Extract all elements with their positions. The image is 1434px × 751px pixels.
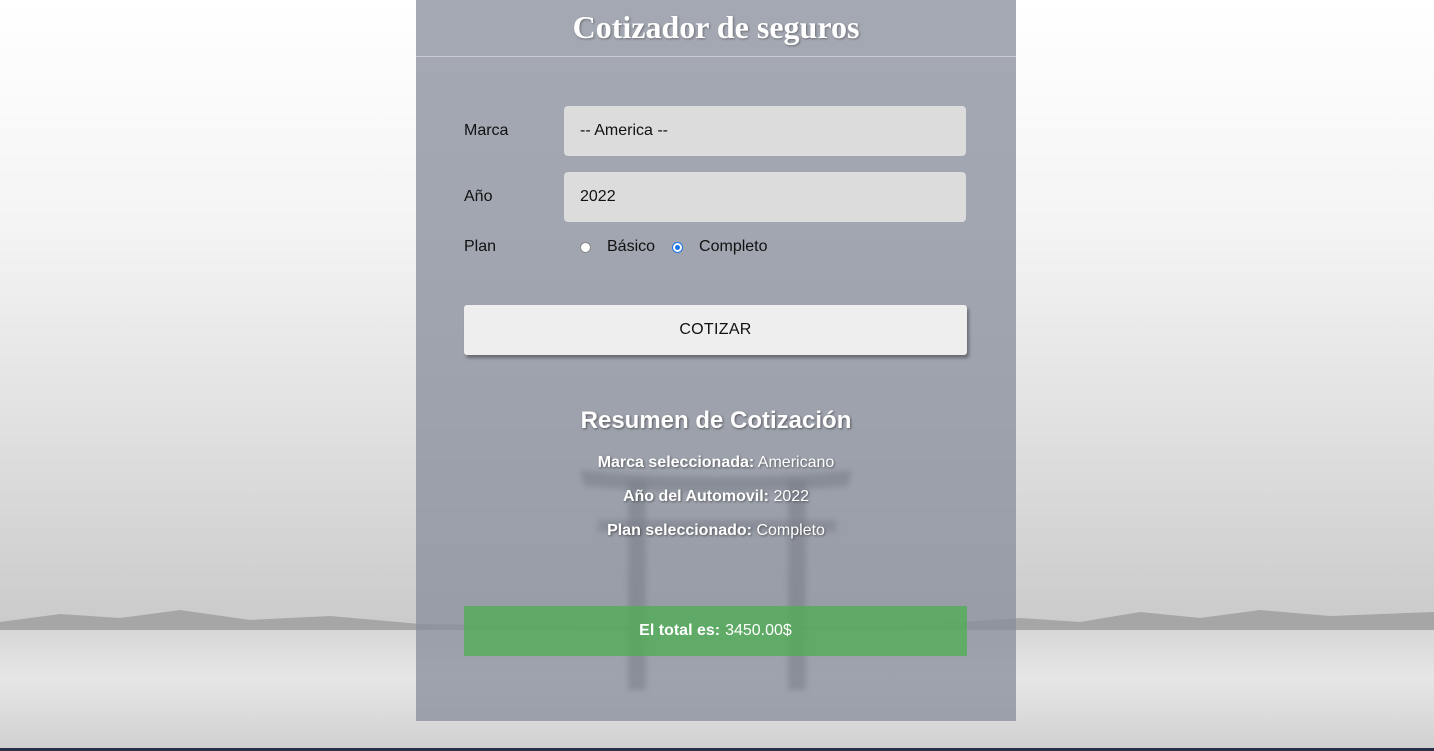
page-title: Cotizador de seguros: [572, 8, 860, 45]
total-label: El total es:: [639, 622, 721, 639]
brand-label: Marca: [464, 122, 509, 139]
summary-year-value: 2022: [773, 488, 810, 505]
year-select[interactable]: 2022: [564, 172, 966, 222]
quote-summary: Resumen de Cotización Marca seleccionada…: [416, 404, 1016, 548]
brand-row: Marca -- America --: [464, 106, 967, 156]
summary-title: Resumen de Cotización: [580, 407, 852, 434]
summary-plan: Plan seleccionado: Completo: [416, 514, 1016, 548]
summary-brand: Marca seleccionada: Americano: [416, 446, 1016, 480]
summary-year-label: Año del Automovil:: [622, 488, 769, 505]
summary-plan-value: Completo: [756, 522, 825, 539]
year-label: Año: [464, 188, 493, 205]
year-select-value: 2022: [580, 188, 616, 205]
plan-basic-radio[interactable]: [580, 241, 591, 253]
quote-button[interactable]: COTIZAR: [464, 305, 967, 355]
brand-select-value: -- America --: [580, 122, 668, 139]
plan-label: Plan: [464, 238, 497, 255]
total-result: El total es: 3450.00$: [464, 606, 967, 656]
plan-row: Plan Básico Completo: [464, 237, 967, 257]
total-value: 3450.00$: [725, 622, 792, 639]
brand-select[interactable]: -- America --: [564, 106, 966, 156]
plan-complete-radio[interactable]: [672, 241, 684, 253]
summary-brand-value: Americano: [757, 454, 835, 471]
summary-year: Año del Automovil: 2022: [416, 480, 1016, 514]
summary-plan-label: Plan seleccionado:: [607, 522, 752, 539]
plan-radio-group: Básico Completo: [564, 238, 785, 256]
summary-brand-label: Marca seleccionada:: [597, 454, 755, 471]
quote-card: Cotizador de seguros Marca -- America --…: [416, 0, 1016, 721]
card-header: Cotizador de seguros: [416, 0, 1016, 57]
year-row: Año 2022: [464, 172, 967, 222]
plan-complete-label[interactable]: Completo: [699, 238, 767, 256]
plan-basic-label[interactable]: Básico: [607, 238, 655, 256]
